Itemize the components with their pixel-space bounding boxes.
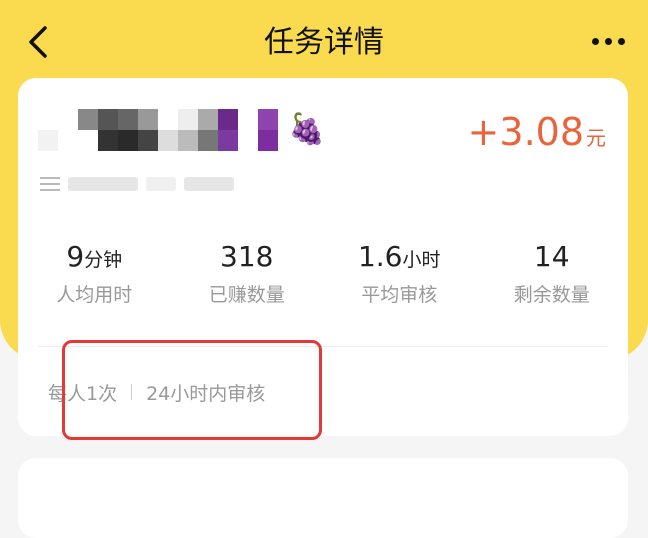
back-button[interactable] xyxy=(18,22,58,62)
more-dot xyxy=(617,37,625,45)
top-nav-bar: 任务详情 xyxy=(0,0,648,86)
reward-amount: +3.08 元 xyxy=(468,110,606,154)
list-icon xyxy=(40,177,60,191)
task-title: 🍇 xyxy=(38,108,325,152)
grape-icon: 🍇 xyxy=(288,112,326,147)
chevron-left-icon xyxy=(29,26,47,58)
redacted-block xyxy=(146,177,176,191)
page-title: 任务详情 xyxy=(264,25,384,60)
stat-label: 已赚数量 xyxy=(208,284,285,306)
next-section-card xyxy=(18,458,628,538)
redacted-block xyxy=(184,177,234,191)
stat-value: 1.6 xyxy=(357,240,403,273)
reward-value: +3.08 xyxy=(467,110,584,154)
task-title-redacted xyxy=(38,109,278,151)
stat-avg-time: 9分钟 人均用时 xyxy=(18,238,171,318)
task-subtitle-redacted xyxy=(40,172,234,196)
stat-avg-review: 1.6小时 平均审核 xyxy=(323,238,476,318)
stat-value: 318 xyxy=(220,240,274,273)
more-dot xyxy=(604,37,612,45)
annotation-highlight-box xyxy=(62,340,322,440)
stat-label: 剩余数量 xyxy=(513,284,590,306)
stat-unit: 小时 xyxy=(402,249,441,271)
stat-label: 人均用时 xyxy=(56,284,133,306)
stat-value: 9 xyxy=(66,240,85,273)
stat-value: 14 xyxy=(533,240,570,273)
stat-remaining: 14 剩余数量 xyxy=(476,238,629,318)
stat-label: 平均审核 xyxy=(361,284,438,306)
more-button[interactable] xyxy=(586,26,630,56)
stat-earned-count: 318 已赚数量 xyxy=(171,238,324,318)
redacted-block xyxy=(68,177,138,191)
task-stats: 9分钟 人均用时 318 已赚数量 1.6小时 平均审核 14 剩余数量 xyxy=(18,238,628,318)
stat-unit: 分钟 xyxy=(84,249,123,271)
reward-unit: 元 xyxy=(586,126,606,150)
more-dots-icon xyxy=(591,37,599,45)
